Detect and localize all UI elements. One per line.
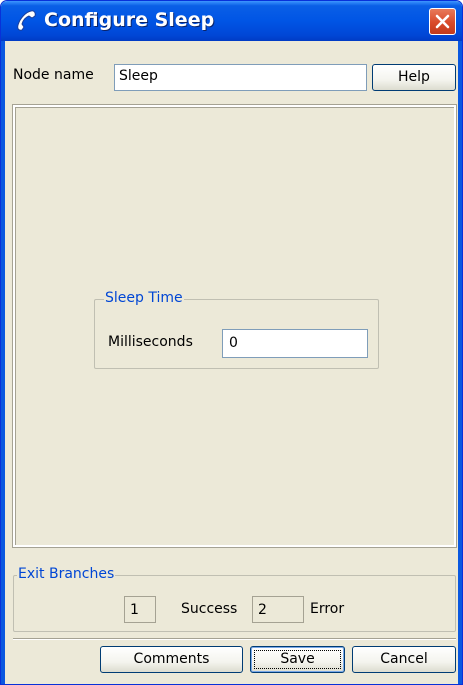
node-name-input[interactable]: Sleep — [114, 64, 367, 91]
exit-branch-success-label: Success — [181, 601, 238, 617]
footer-divider — [13, 638, 456, 640]
exit-branch-error-label: Error — [310, 601, 345, 617]
save-button[interactable]: Save — [250, 646, 345, 673]
focus-ring — [254, 650, 341, 669]
milliseconds-input[interactable]: 0 — [222, 329, 368, 358]
help-button[interactable]: Help — [372, 64, 456, 91]
cancel-button[interactable]: Cancel — [352, 646, 456, 673]
window-frame-left — [1, 41, 5, 684]
node-name-label: Node name — [13, 67, 94, 83]
exit-branch-error-number: 2 — [252, 596, 304, 623]
window-title: Configure Sleep — [44, 9, 215, 31]
close-button[interactable] — [429, 8, 456, 35]
milliseconds-label: Milliseconds — [108, 334, 193, 350]
title-bar[interactable]: Configure Sleep — [1, 1, 462, 41]
window-frame-right — [458, 41, 462, 684]
exit-branch-success-number: 1 — [124, 596, 156, 623]
exit-branches-group-label: Exit Branches — [17, 566, 116, 582]
comments-button[interactable]: Comments — [100, 646, 243, 673]
phone-handset-icon — [15, 9, 37, 33]
configure-sleep-dialog: Configure Sleep Node name Sleep Help Sle… — [0, 0, 463, 685]
sleep-time-group-label: Sleep Time — [104, 290, 184, 306]
close-icon — [435, 14, 450, 29]
